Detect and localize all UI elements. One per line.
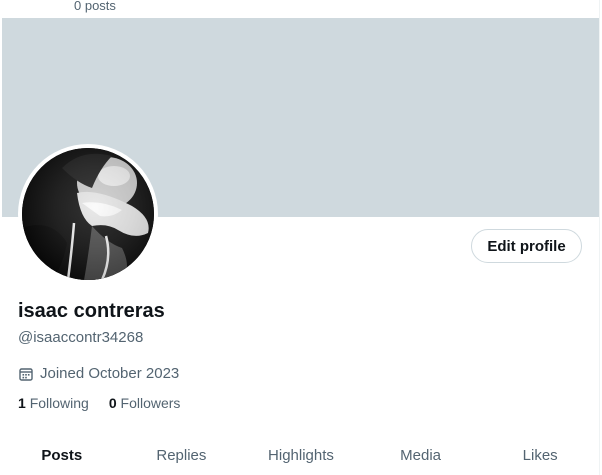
following-count: 1 [18, 395, 26, 411]
avatar[interactable] [22, 148, 154, 280]
avatar-photo [22, 148, 154, 280]
tab-media[interactable]: Media [361, 436, 481, 475]
tab-label: Replies [156, 447, 207, 464]
column-divider [599, 0, 600, 475]
tab-replies[interactable]: Replies [122, 436, 242, 475]
joined-text: Joined October 2023 [40, 365, 180, 382]
followers-link[interactable]: 0 Followers [109, 395, 181, 411]
profile-page: 0 posts Edit profile isaac contreras @is… [0, 0, 602, 475]
tab-label: Posts [41, 447, 83, 464]
tab-label: Likes [522, 447, 558, 464]
joined-date: Joined October 2023 [18, 365, 179, 382]
followers-label: Followers [120, 395, 181, 411]
follow-stats: 1 Following 0 Followers [18, 395, 180, 411]
tab-posts[interactable]: Posts [2, 436, 122, 475]
tab-highlights[interactable]: Highlights [241, 436, 361, 475]
tab-label: Media [400, 447, 441, 464]
following-link[interactable]: 1 Following [18, 395, 89, 411]
avatar-frame[interactable] [18, 144, 158, 284]
followers-count: 0 [108, 395, 117, 411]
display-name: isaac contreras [18, 300, 165, 322]
tab-label: Highlights [268, 447, 334, 464]
header-posts-count: 0 posts [74, 0, 116, 13]
user-handle: @isaaccontr34268 [18, 329, 144, 346]
tab-likes[interactable]: Likes [480, 436, 600, 475]
profile-tabs: Posts Replies Highlights Media Likes [2, 436, 600, 475]
edit-profile-button[interactable]: Edit profile [471, 229, 582, 263]
calendar-icon [19, 367, 33, 381]
following-label: Following [29, 395, 89, 411]
